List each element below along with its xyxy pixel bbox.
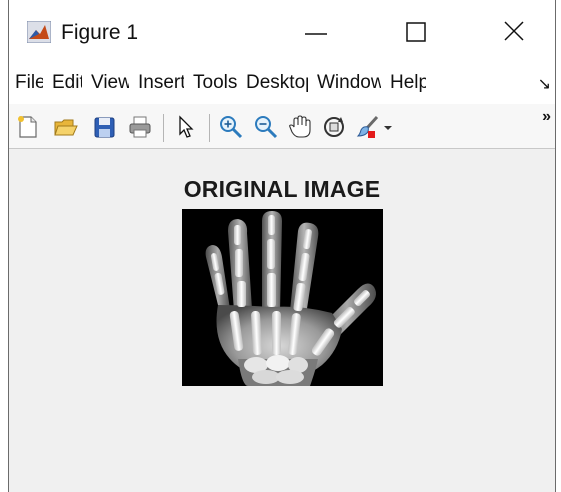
new-figure-icon[interactable] [15,114,41,140]
pan-hand-icon[interactable] [287,114,313,140]
open-file-icon[interactable] [53,114,79,140]
figure-toolbar [9,104,555,149]
close-button[interactable] [493,14,539,50]
chevron-down-icon[interactable] [381,114,395,140]
save-icon[interactable] [91,114,117,140]
close-icon [504,21,524,41]
menu-view[interactable]: View [91,72,129,94]
menu-help[interactable]: Help [390,72,426,94]
minimize-button[interactable] [293,14,339,50]
title-bar[interactable]: Figure 1 [9,0,555,62]
toolbar-separator [209,114,210,142]
menu-file[interactable]: File [15,72,43,94]
menu-window[interactable]: Window [317,72,381,94]
edit-plot-arrow-icon[interactable] [173,114,199,140]
hand-xray-graphic [182,209,383,386]
rotate-3d-icon[interactable] [321,114,347,140]
zoom-in-icon[interactable] [218,114,244,140]
axes-title: ORIGINAL IMAGE [183,176,381,202]
menu-edit[interactable]: Edit [52,72,82,94]
toolbar-separator [163,114,164,142]
menu-desktop[interactable]: Desktop [246,72,308,94]
xray-hand-image [182,209,383,386]
menu-overflow-button[interactable]: ↘ [538,74,551,94]
window-title: Figure 1 [61,21,139,44]
zoom-out-icon[interactable] [253,114,279,140]
menu-bar: File Edit View Insert Tools Desktop Wind… [9,62,555,104]
figure-window: Figure 1 File Edit View Insert Tools Des… [8,0,556,492]
menu-insert[interactable]: Insert [138,72,184,94]
maximize-icon [406,22,426,42]
minimize-icon [305,33,327,35]
menu-tools[interactable]: Tools [193,72,237,94]
matlab-logo-icon [26,20,52,44]
print-icon[interactable] [127,114,153,140]
data-brush-icon[interactable] [355,114,381,140]
maximize-button[interactable] [394,14,440,50]
toolbar-overflow-button[interactable]: » [542,108,551,126]
